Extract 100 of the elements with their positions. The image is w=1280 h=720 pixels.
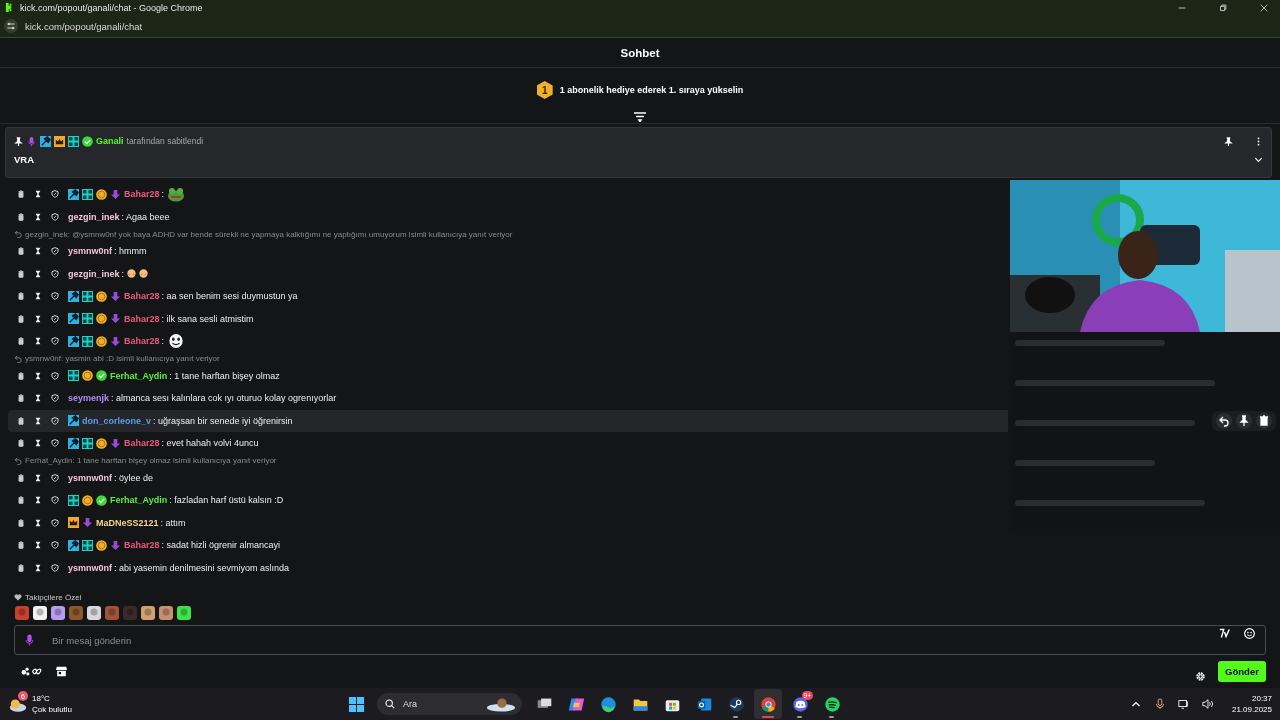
discord-icon[interactable] [791, 695, 809, 713]
trash-icon[interactable] [17, 292, 25, 301]
settings-icon[interactable] [1195, 671, 1206, 682]
trash-icon[interactable] [17, 416, 25, 425]
username[interactable]: gezgin_inek [68, 268, 120, 279]
username[interactable]: seymenjk [68, 393, 110, 404]
trash-icon[interactable] [17, 269, 25, 278]
pin-icon[interactable] [1224, 136, 1233, 146]
hourglass-icon[interactable] [34, 541, 42, 550]
restore-icon[interactable] [1218, 2, 1228, 13]
emote-icon[interactable] [140, 605, 156, 621]
trash-icon[interactable] [17, 563, 25, 572]
trash-icon[interactable] [17, 439, 25, 448]
close-icon[interactable] [1259, 2, 1269, 13]
search-field[interactable]: Ara [377, 693, 522, 715]
active-app-tab[interactable] [754, 689, 782, 719]
shield-icon[interactable] [51, 337, 59, 346]
hourglass-icon[interactable] [34, 496, 42, 505]
shield-icon[interactable] [51, 518, 59, 527]
reply-context-text[interactable]: Ferhat_Aydin: 1 tane harftan bişey olmaz isimli kullanıcıya yanıt veriyor [25, 456, 277, 465]
hourglass-icon[interactable] [34, 269, 42, 278]
trash-icon[interactable] [1256, 412, 1272, 429]
hourglass-icon[interactable] [34, 518, 42, 527]
filter-icon[interactable] [634, 112, 646, 122]
reply-context-text[interactable]: gezgin_inek: @ysmnw0nf yok baya ADHD var bende sürekli ne yapmaya kalktığımı ne yaptığımı umuyorum isimli kullanıcıya yanıt veriyor [25, 229, 513, 239]
trash-icon[interactable] [17, 371, 25, 380]
hourglass-icon[interactable] [34, 337, 42, 346]
username[interactable]: Ferhat_Aydin [110, 370, 168, 381]
shield-icon[interactable] [51, 371, 59, 380]
username[interactable]: Bahar28 [124, 540, 160, 551]
hourglass-icon[interactable] [34, 292, 42, 301]
trash-icon[interactable] [17, 247, 25, 256]
volume-icon[interactable] [1201, 698, 1214, 710]
emote-icon[interactable] [32, 605, 48, 621]
clock-date[interactable]: 21.09.2025 [1231, 704, 1272, 715]
shield-icon[interactable] [51, 563, 59, 572]
hourglass-icon[interactable] [34, 314, 42, 323]
shield-icon[interactable] [51, 541, 59, 550]
username[interactable]: don_corleone_v [82, 415, 152, 426]
shield-icon[interactable] [51, 394, 59, 403]
hourglass-icon[interactable] [34, 247, 42, 256]
hourglass-icon[interactable] [34, 190, 42, 199]
spotify-icon[interactable] [823, 695, 841, 713]
pin-icon[interactable] [1236, 412, 1252, 429]
hourglass-icon[interactable] [34, 563, 42, 572]
hourglass-icon[interactable] [34, 473, 42, 482]
trash-icon[interactable] [17, 337, 25, 346]
emote-icon[interactable] [158, 605, 174, 621]
username[interactable]: ysmnw0nf [68, 562, 112, 573]
emoji-icon[interactable] [1244, 627, 1255, 639]
address-bar[interactable]: kick.com/popout/ganali/chat [25, 20, 143, 32]
message-input-field[interactable]: Bir mesaj gönderin [50, 633, 1205, 647]
trash-icon[interactable] [17, 496, 25, 505]
emote-icon[interactable] [86, 605, 102, 621]
hourglass-icon[interactable] [34, 439, 42, 448]
shield-icon[interactable] [51, 269, 59, 278]
shield-icon[interactable] [51, 496, 59, 505]
shield-icon[interactable] [51, 292, 59, 301]
hourglass-icon[interactable] [34, 371, 42, 380]
chrome-icon[interactable] [759, 695, 777, 713]
store-icon[interactable] [56, 666, 67, 677]
reply-icon[interactable] [1216, 412, 1232, 429]
shield-icon[interactable] [51, 473, 59, 482]
send-button[interactable]: Gönder [1218, 661, 1266, 682]
trash-icon[interactable] [17, 190, 25, 199]
hourglass-icon[interactable] [34, 416, 42, 425]
emote-icon[interactable] [50, 605, 66, 621]
edge-icon[interactable] [599, 695, 617, 713]
username[interactable]: Bahar28 [124, 336, 160, 347]
username[interactable]: Bahar28 [124, 189, 160, 200]
trash-icon[interactable] [17, 473, 25, 482]
message-input-box[interactable]: Bir mesaj gönderin [14, 625, 1266, 655]
shield-icon[interactable] [51, 314, 59, 323]
steam-icon[interactable] [727, 695, 745, 713]
trash-icon[interactable] [17, 518, 25, 527]
start-icon[interactable] [348, 695, 365, 713]
microphone-icon[interactable] [1153, 698, 1166, 710]
shield-icon[interactable] [51, 190, 59, 199]
trash-icon[interactable] [17, 394, 25, 403]
trash-icon[interactable] [17, 541, 25, 550]
hourglass-icon[interactable] [34, 212, 42, 221]
username[interactable]: ysmnw0nf [68, 472, 112, 483]
username[interactable]: Bahar28 [124, 291, 160, 302]
shield-icon[interactable] [51, 416, 59, 425]
username[interactable]: gezgin_inek [68, 211, 120, 222]
username[interactable]: Bahar28 [124, 438, 160, 449]
microphone-icon[interactable] [25, 634, 34, 646]
username[interactable]: ysmnw0nf [68, 246, 112, 257]
username[interactable]: Ferhat_Aydin [110, 495, 168, 506]
trash-icon[interactable] [17, 314, 25, 323]
shield-icon[interactable] [51, 247, 59, 256]
username[interactable]: Bahar28 [124, 313, 160, 324]
pinned-by-username[interactable]: Ganali [96, 136, 124, 146]
hourglass-icon[interactable] [34, 394, 42, 403]
site-settings-icon[interactable] [4, 19, 18, 33]
emote-icon[interactable] [176, 605, 192, 621]
trash-icon[interactable] [17, 212, 25, 221]
username[interactable]: MaDNeSS2121 [96, 517, 159, 528]
reply-context-text[interactable]: ysmnw0nf: yasmin abi :D isimli kullanıcıya yanıt veriyor [25, 354, 220, 363]
shield-icon[interactable] [51, 439, 59, 448]
